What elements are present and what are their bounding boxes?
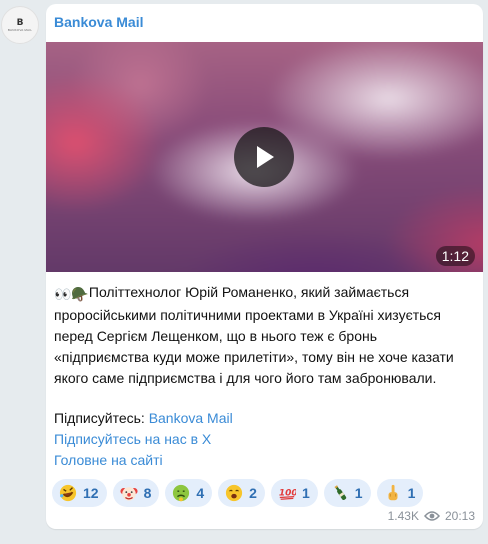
eyes-helmet-emoji: 👀🪖: [54, 286, 89, 302]
reaction-clown[interactable]: 8: [112, 479, 160, 507]
x-link[interactable]: Підписуйтесь на нас в Х: [54, 429, 233, 450]
video-duration: 1:12: [435, 246, 475, 266]
channel-name[interactable]: Bankova Mail: [54, 14, 143, 30]
middle-finger-emoji-icon: [383, 483, 403, 503]
play-icon: [257, 146, 274, 168]
champagne-emoji-icon: [330, 483, 350, 503]
reaction-count: 12: [83, 485, 99, 501]
reaction-count: 1: [354, 485, 363, 501]
play-button[interactable]: [234, 127, 294, 187]
yawning-emoji-icon: [224, 483, 244, 503]
reaction-count: 2: [249, 485, 257, 501]
reactions-bar: 12 8 4 2 100 1 1 1: [52, 479, 424, 507]
subscribe-line: Підписуйтесь: Bankova Mail: [54, 408, 233, 429]
reaction-rofl[interactable]: 12: [52, 479, 107, 507]
reaction-count: 8: [143, 485, 152, 501]
reaction-hundred[interactable]: 100 1: [270, 479, 318, 507]
rofl-emoji-icon: [58, 483, 78, 503]
reaction-yawning[interactable]: 2: [218, 479, 265, 507]
post-text: 👀🪖Політтехнолог Юрій Романенко, який зай…: [54, 282, 474, 389]
hundred-points-emoji-icon: 100: [277, 483, 297, 503]
reaction-count: 4: [196, 485, 205, 501]
reaction-nauseated[interactable]: 4: [165, 479, 213, 507]
clown-emoji-icon: [119, 483, 139, 503]
avatar-logo-text: BANKOVA MAIL: [7, 27, 33, 32]
channel-link[interactable]: Bankova Mail: [149, 410, 233, 426]
eye-icon: [423, 511, 440, 521]
reaction-middle-finger[interactable]: 1: [376, 479, 424, 507]
avatar-logo-mark: B: [16, 17, 24, 28]
reaction-champagne[interactable]: 1: [323, 479, 371, 507]
chat-view: B BANKOVA MAIL Bankova Mail 1:12 👀🪖Політ…: [0, 0, 488, 544]
site-link[interactable]: Головне на сайті: [54, 450, 233, 471]
subscribe-block: Підписуйтесь: Bankova Mail Підписуйтесь …: [54, 408, 233, 471]
nauseated-emoji-icon: [171, 483, 191, 503]
reaction-count: 1: [301, 485, 310, 501]
reaction-count: 1: [407, 485, 416, 501]
message-time: 20:13: [444, 509, 475, 523]
subscribe-prefix: Підписуйтесь:: [54, 410, 149, 426]
channel-avatar[interactable]: B BANKOVA MAIL: [1, 6, 39, 44]
video-preview[interactable]: 1:12: [46, 42, 483, 272]
post-body: Політтехнолог Юрій Романенко, який займа…: [54, 284, 454, 386]
message-bubble: Bankova Mail 1:12 👀🪖Політтехнолог Юрій Р…: [46, 4, 483, 529]
message-meta: 1.43K 20:13: [388, 509, 475, 523]
view-count: 1.43K: [387, 509, 419, 523]
